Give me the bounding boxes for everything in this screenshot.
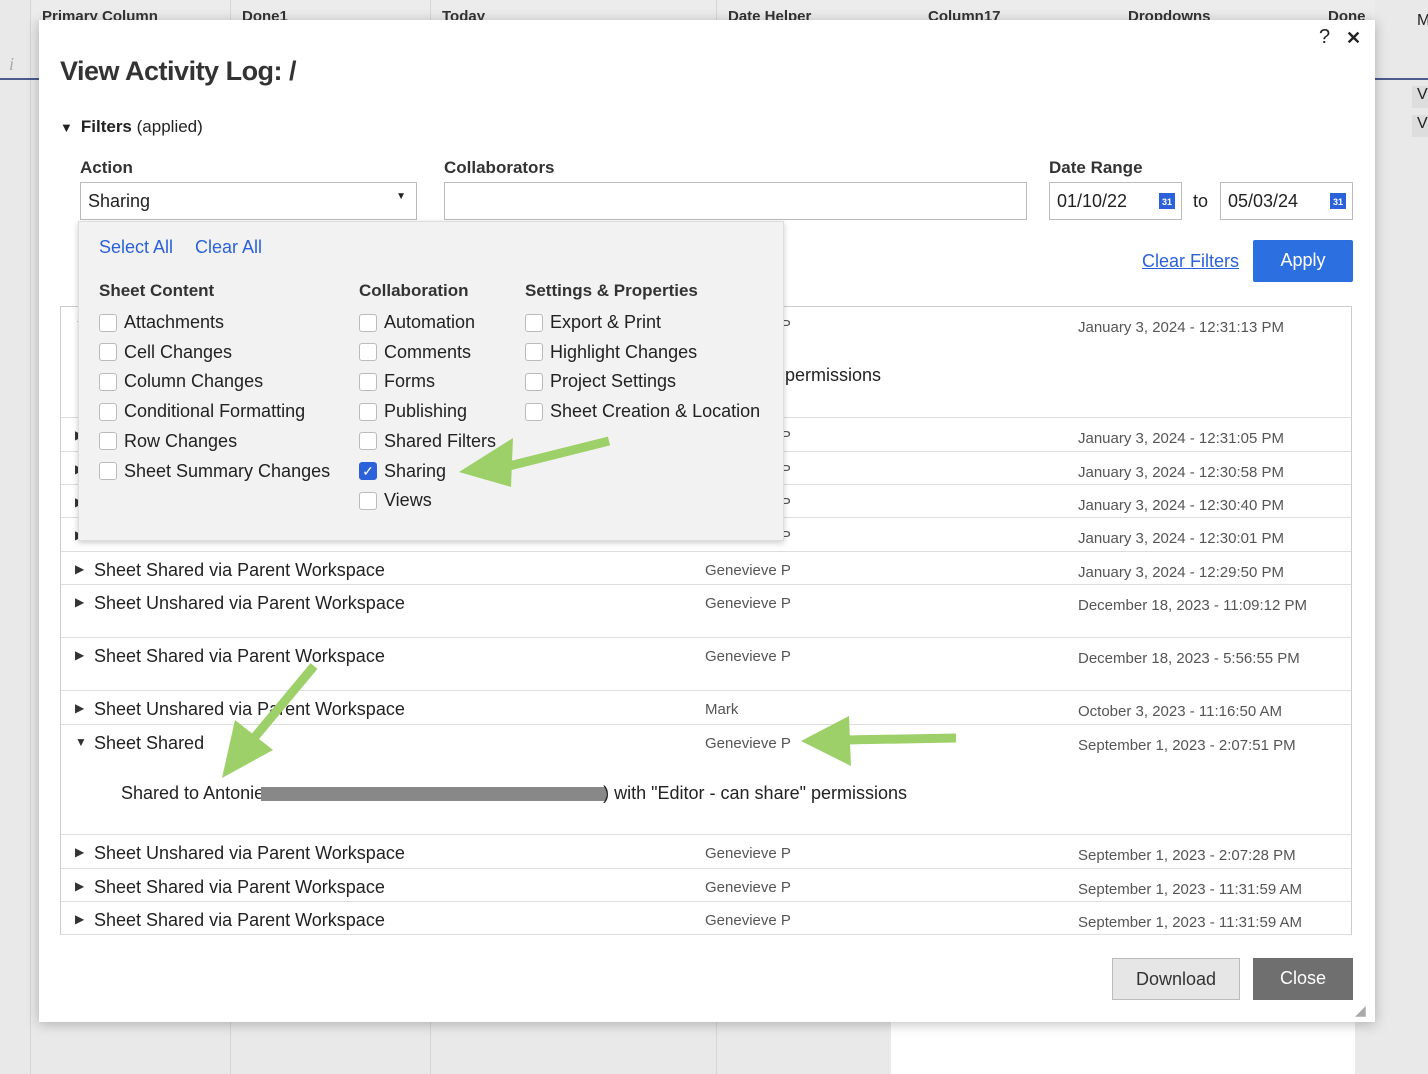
view-button[interactable]: V [1412,86,1428,108]
arrow-icon [250,663,318,741]
sheet-header: Primary Column Done1 Today Date Helper C… [30,0,1375,20]
divider [30,0,31,1074]
close-button[interactable]: Close [1253,958,1353,1000]
arrow-icon [843,733,957,745]
column-header: Done [1328,8,1366,20]
arrow-icon [801,716,851,766]
divider [1375,78,1428,80]
column-header: Dropdowns [1128,8,1211,20]
arrow-icon [459,438,513,487]
info-icon: i [9,54,15,74]
arrow-icon [507,436,611,471]
view-button[interactable]: V [1412,115,1428,137]
sheet-area [891,1022,1355,1074]
column-header: Date Helper [728,8,812,20]
activity-log-dialog: View Activity Log: / ? ✕ ▼ Filters (appli… [39,20,1375,1022]
column-header: Today [442,8,486,20]
column-header: Done1 [242,8,288,20]
annotation-arrows [222,436,957,778]
resize-handle-icon[interactable]: ◢ [1355,1002,1366,1019]
divider [0,78,40,80]
column-header: Primary Column [42,8,158,20]
column-header: M [1417,12,1428,29]
column-header: Column17 [928,8,1001,20]
download-button[interactable]: Download [1112,958,1240,1000]
